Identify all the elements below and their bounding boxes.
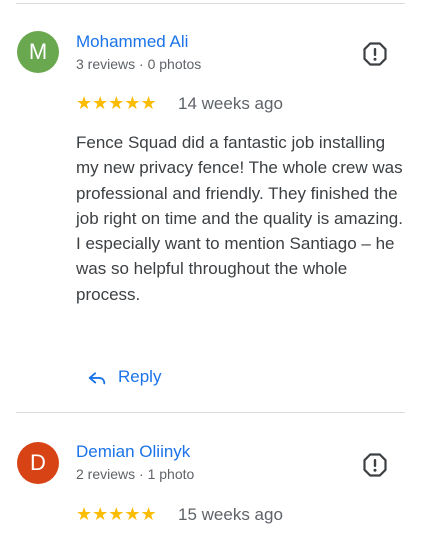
reviewer-name[interactable]: Demian Oliinyk [76,442,190,462]
reply-button[interactable]: Reply [86,364,161,390]
reply-label: Reply [118,367,162,386]
reviewer-name[interactable]: Mohammed Ali [76,32,188,52]
reviewer-meta: 2 reviews · 1 photo [76,466,195,482]
top-divider [16,3,405,4]
avatar[interactable]: M [17,31,59,73]
report-flag-icon[interactable] [362,41,388,67]
reviewer-meta: 3 reviews · 0 photos [76,56,202,72]
review-text: Fence Squad did a fantastic job installi… [76,133,403,304]
review-divider [16,412,405,413]
star-rating: ★★★★★ [76,504,157,525]
star-rating: ★★★★★ [76,93,157,114]
avatar[interactable]: D [17,442,59,484]
review-date: 15 weeks ago [178,505,283,524]
reply-arrow-icon [88,372,106,385]
report-flag-icon[interactable] [362,452,388,478]
review-date: 14 weeks ago [178,94,283,113]
